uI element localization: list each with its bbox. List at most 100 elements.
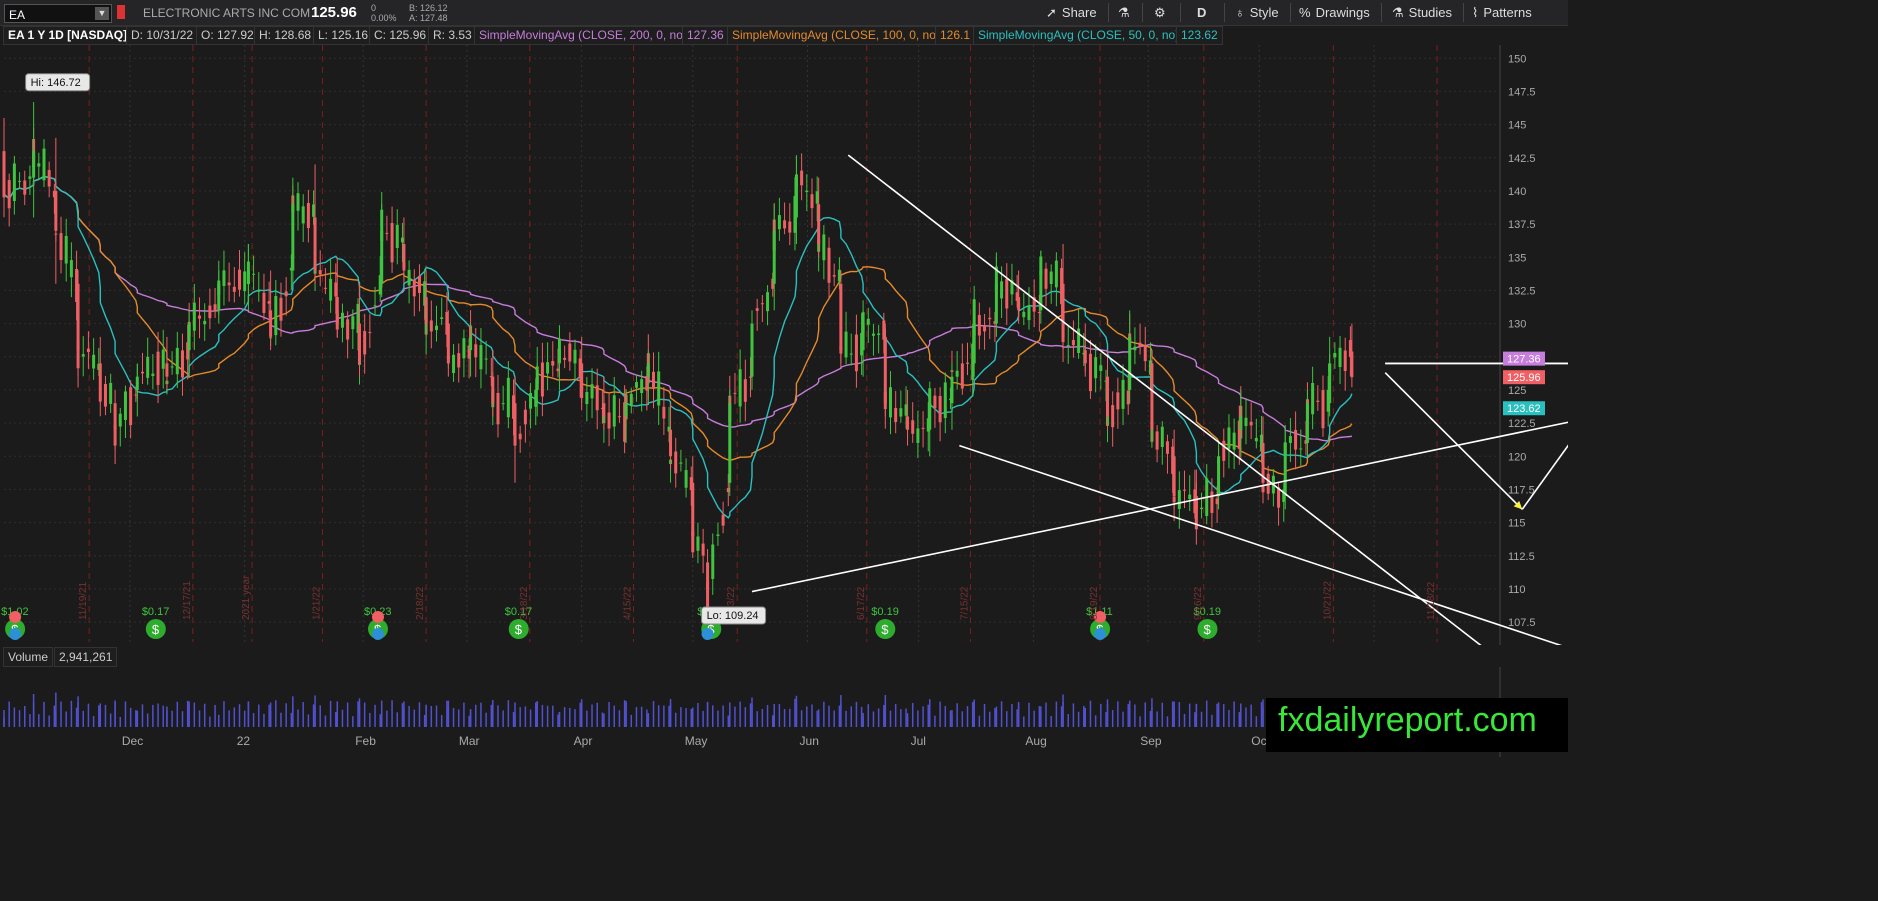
studies-button[interactable]: ⚗ Studies	[1392, 3, 1452, 22]
candle-body	[1210, 491, 1214, 513]
candle-body	[469, 336, 473, 351]
candle-body	[629, 393, 633, 406]
candle-body	[646, 363, 650, 377]
candle-body	[187, 323, 191, 351]
candle-body	[198, 315, 202, 319]
candle-body	[363, 331, 367, 355]
watermark-text: fxdailyreport.com	[1278, 701, 1537, 739]
style-button[interactable]: ♁ Style	[1235, 3, 1279, 22]
candle-body	[462, 338, 466, 359]
candle-body	[37, 163, 41, 167]
candle-body	[1116, 392, 1120, 410]
candle-body	[777, 215, 781, 230]
candle-body	[279, 297, 283, 321]
candle-body	[1143, 345, 1147, 362]
timeframe-button[interactable]: D	[1197, 3, 1206, 22]
candle-body	[899, 408, 903, 417]
candle-body	[1177, 490, 1181, 509]
candle-body	[877, 333, 881, 335]
price-chart[interactable]: $1.02$$0.17$$0.23$$0.17$$$$0.19$$1.11$$0…	[0, 45, 1568, 645]
candle-body	[1299, 448, 1303, 450]
candle-body	[568, 343, 572, 362]
candle-body	[1088, 353, 1092, 392]
candle-body	[296, 193, 300, 211]
candle-body	[988, 317, 992, 320]
candle-body	[994, 283, 998, 324]
gear-icon: ⚙	[1154, 5, 1166, 20]
y-tick-label: 107.5	[1508, 617, 1536, 629]
candle-body	[269, 310, 273, 337]
candle-body	[446, 323, 450, 364]
patterns-button[interactable]: ⌇ Patterns	[1472, 3, 1532, 22]
candle-body	[1160, 426, 1164, 448]
chart-title[interactable]: EA 1 Y 1D [NASDAQ]	[3, 26, 133, 45]
candle-body	[854, 334, 858, 372]
month-label: Dec	[122, 734, 143, 748]
candle-body	[1232, 432, 1236, 450]
sma50-label[interactable]: SimpleMovingAvg (CLOSE, 50, 0, no)	[973, 26, 1185, 45]
candle-body	[1172, 456, 1176, 497]
volume-label[interactable]: Volume	[3, 647, 54, 667]
candle-body	[452, 354, 456, 374]
ask-price: A: 127.48	[409, 13, 448, 23]
month-label: Apr	[574, 734, 593, 748]
sma200-label[interactable]: SimpleMovingAvg (CLOSE, 200, 0, no)	[474, 26, 692, 45]
share-button[interactable]: ➚ Share	[1046, 3, 1097, 22]
drawings-button[interactable]: % Drawings	[1299, 3, 1370, 22]
sma100-value: 126.1	[935, 26, 976, 45]
candle-body	[1165, 441, 1169, 454]
y-tick-label: 117.5	[1508, 484, 1535, 496]
candle-body	[634, 382, 638, 388]
candle-body	[983, 325, 987, 332]
week-label: 10/21/22	[1322, 581, 1333, 620]
candle-body	[335, 297, 339, 324]
candle-body	[118, 413, 122, 427]
symbol-field[interactable]: ▼	[4, 4, 112, 24]
candle-body	[357, 323, 361, 364]
y-tick-label: 145	[1508, 120, 1526, 132]
candle-body	[607, 412, 611, 429]
candle-body	[402, 244, 406, 271]
candle-body	[262, 292, 266, 313]
sma100-label[interactable]: SimpleMovingAvg (CLOSE, 100, 0, no)	[727, 26, 945, 45]
candle-body	[291, 204, 295, 271]
bid-price: B: 126.12	[409, 3, 448, 13]
candle-body	[1194, 496, 1198, 510]
candle-body	[1155, 431, 1159, 450]
lo-label: Lo: 109.24	[707, 610, 759, 622]
symbol-input[interactable]	[7, 5, 91, 24]
candle-body	[246, 270, 250, 284]
candle-body	[340, 312, 344, 328]
candle-body	[113, 403, 117, 430]
candle-body	[518, 433, 522, 440]
candle-body	[743, 379, 747, 402]
symbol-dropdown-icon[interactable]: ▼	[95, 7, 109, 20]
week-label: 3/18/22	[519, 586, 530, 620]
settings-button[interactable]: ⚙	[1154, 3, 1171, 22]
candle-body	[950, 376, 954, 404]
candle-body	[23, 180, 27, 195]
candle-body	[706, 562, 710, 589]
alert-flag-icon[interactable]	[117, 5, 125, 19]
divider	[1224, 3, 1225, 22]
ohlc-open: O: 127.92	[196, 26, 259, 45]
candle-body	[557, 350, 561, 364]
candle-body	[429, 320, 433, 332]
flask-button[interactable]: ⚗	[1118, 3, 1135, 22]
candle-body	[701, 543, 705, 556]
candle-body	[783, 220, 787, 229]
candle-body	[175, 347, 179, 375]
candle-body	[412, 279, 416, 297]
candle-body	[123, 391, 127, 420]
candle-body	[424, 297, 428, 324]
candle-body	[943, 382, 947, 419]
candle-body	[129, 387, 133, 426]
y-tick-label: 147.5	[1508, 86, 1536, 98]
candle-body	[827, 247, 831, 283]
candle-body	[1022, 311, 1026, 318]
month-label: Sep	[1140, 734, 1162, 748]
candle-body	[540, 362, 544, 397]
candle-body	[1294, 429, 1298, 450]
y-tick-label: 135	[1508, 252, 1526, 264]
candle-body	[595, 385, 599, 411]
